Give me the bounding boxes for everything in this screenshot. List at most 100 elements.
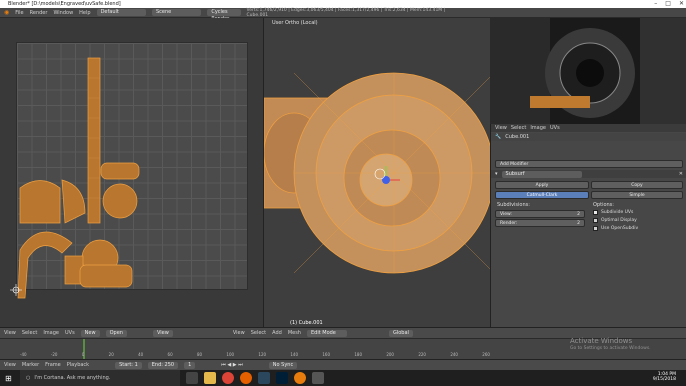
handle-preview: [530, 96, 590, 108]
minimize-icon[interactable]: –: [654, 0, 657, 7]
subdivide-uvs-checkbox[interactable]: Subdivide UVs: [593, 210, 633, 215]
uv-view-field[interactable]: View: [152, 329, 173, 337]
timeline-header: View Marker Frame Playback Start: 1 End:…: [0, 359, 686, 370]
optimal-display-checkbox[interactable]: Optimal Display: [593, 218, 637, 223]
expand-arrow-icon[interactable]: ▾: [495, 171, 498, 177]
play-controls-icon[interactable]: ⏮ ◀ ▶ ⏭: [221, 362, 242, 368]
end-frame-field[interactable]: End: 250: [147, 361, 179, 369]
checkbox-checked-icon[interactable]: [593, 210, 598, 215]
options-label: Options:: [593, 202, 614, 208]
timeline-menu-marker[interactable]: Marker: [22, 362, 39, 368]
wrench-icon[interactable]: 🔧: [495, 134, 501, 140]
uv-island-bar: [79, 264, 133, 288]
uv-island-arc: [19, 180, 61, 224]
uv-menu-uvs[interactable]: UVs: [65, 330, 75, 336]
opensubdiv-checkbox[interactable]: Use OpenSubdiv: [593, 226, 638, 231]
uv-island-cap: [100, 162, 140, 180]
view-levels-field[interactable]: View: 2: [495, 210, 585, 218]
subdivisions-label: Subdivisions:: [497, 202, 530, 208]
mode-selector[interactable]: Edit Mode: [306, 329, 347, 337]
sync-selector[interactable]: No Sync: [268, 361, 298, 369]
cortana-search-box[interactable]: ○ I'm Cortana. Ask me anything.: [20, 370, 180, 386]
close-icon[interactable]: ✕: [679, 0, 684, 7]
copy-button[interactable]: Copy: [591, 181, 683, 189]
checkbox-icon[interactable]: [593, 226, 598, 231]
layout-selector[interactable]: Default: [96, 9, 146, 16]
menu-help[interactable]: Help: [79, 10, 90, 16]
props-object-field: Cube.001: [505, 134, 530, 140]
simple-button[interactable]: Simple: [591, 191, 683, 199]
uv-island-ring: [17, 231, 73, 299]
orientation-selector[interactable]: Global: [388, 329, 413, 337]
cortana-icon: ○: [26, 375, 31, 381]
viewport-menu-mesh[interactable]: Mesh: [288, 330, 301, 336]
firefox-icon[interactable]: [240, 372, 252, 384]
3d-viewport[interactable]: [264, 18, 490, 327]
current-frame-field[interactable]: 1: [184, 361, 196, 369]
image-open-button[interactable]: Open: [105, 329, 127, 337]
scene-selector[interactable]: Scene: [151, 9, 202, 16]
photoshop-icon[interactable]: [276, 372, 288, 384]
render-levels-field[interactable]: Render: 2: [495, 219, 585, 227]
steam-icon[interactable]: [258, 372, 270, 384]
modifier-name-field[interactable]: Subsurf: [501, 170, 582, 178]
uv-menu-view[interactable]: View: [4, 330, 16, 336]
modifier-close-icon[interactable]: ✕: [679, 171, 683, 177]
props-menu-uvs[interactable]: UVs: [550, 125, 560, 131]
object-label: (1) Cube.001: [290, 320, 323, 326]
mesh-render[interactable]: [264, 18, 490, 327]
uv-menu-image[interactable]: Image: [43, 330, 59, 336]
activate-windows-watermark: Activate Windows Go to Settings to activ…: [570, 337, 651, 351]
timeline-tick: 240: [450, 352, 458, 357]
menu-render[interactable]: Render: [30, 10, 48, 16]
props-menu-image[interactable]: Image: [530, 125, 546, 131]
maximize-icon[interactable]: □: [665, 0, 671, 7]
timeline-tick: 20: [108, 352, 114, 357]
timeline-tick: -40: [20, 352, 27, 357]
apply-button[interactable]: Apply: [495, 181, 589, 189]
viewport-menu-add[interactable]: Add: [272, 330, 282, 336]
timeline-tick: 260: [482, 352, 490, 357]
windows-start-icon[interactable]: ⊞: [5, 374, 12, 383]
catmull-clark-button[interactable]: Catmull-Clark: [495, 191, 589, 199]
chrome-icon[interactable]: [222, 372, 234, 384]
render-engine-selector[interactable]: Cycles Render: [207, 9, 241, 22]
uv-islands[interactable]: [0, 18, 264, 327]
windows-taskbar: ⊞ ○ I'm Cortana. Ask me anything.: [0, 370, 686, 386]
timeline-menu-playback[interactable]: Playback: [67, 362, 89, 368]
explorer-icon[interactable]: [204, 372, 216, 384]
timeline-tick: 40: [138, 352, 144, 357]
uv-island-wedge: [61, 179, 86, 224]
menu-file[interactable]: File: [15, 10, 23, 16]
timeline-menu-view[interactable]: View: [4, 362, 16, 368]
uv-menu-select[interactable]: Select: [22, 330, 37, 336]
checkbox-icon[interactable]: [593, 218, 598, 223]
viewport-menu-view[interactable]: View: [233, 330, 245, 336]
scene-stats: Verts:1,746/2,910 | Edges:3,063/5,404 | …: [246, 7, 446, 18]
add-modifier-button[interactable]: Add Modifier: [495, 160, 683, 168]
taskbar-clock[interactable]: 1:04 PM 9/15/2018: [653, 372, 676, 382]
task-view-icon[interactable]: [186, 372, 198, 384]
uv-island-strip: [87, 57, 101, 224]
media-icon[interactable]: [312, 372, 324, 384]
image-new-button[interactable]: New: [80, 329, 100, 337]
props-menu-view[interactable]: View: [495, 125, 507, 131]
timeline-tick: 180: [354, 352, 362, 357]
timeline-tick: 140: [290, 352, 299, 357]
timeline-tick: 200: [386, 352, 394, 357]
uv-island-disc: [102, 183, 138, 219]
timeline-tick: 120: [258, 352, 267, 357]
props-menu-select[interactable]: Select: [511, 125, 526, 131]
menu-window[interactable]: Window: [53, 10, 73, 16]
blender-logo-icon[interactable]: ◉: [4, 9, 9, 16]
timeline-tick: 220: [418, 352, 426, 357]
timeline-tick: 160: [322, 352, 331, 357]
blender-icon[interactable]: [294, 372, 306, 384]
properties-panel: View Select Image UVs 🔧 Cube.001 Add Mod…: [490, 124, 686, 327]
timeline-menu-frame[interactable]: Frame: [45, 362, 61, 368]
viewport-menu-select[interactable]: Select: [251, 330, 266, 336]
window-title: Blender* [D:\models\Engraved\uvSafe.blen…: [8, 1, 121, 7]
timeline-tick: 0: [81, 352, 85, 357]
info-header: ◉ File Render Window Help Default Scene …: [0, 7, 686, 22]
start-frame-field[interactable]: Start: 1: [115, 361, 142, 369]
